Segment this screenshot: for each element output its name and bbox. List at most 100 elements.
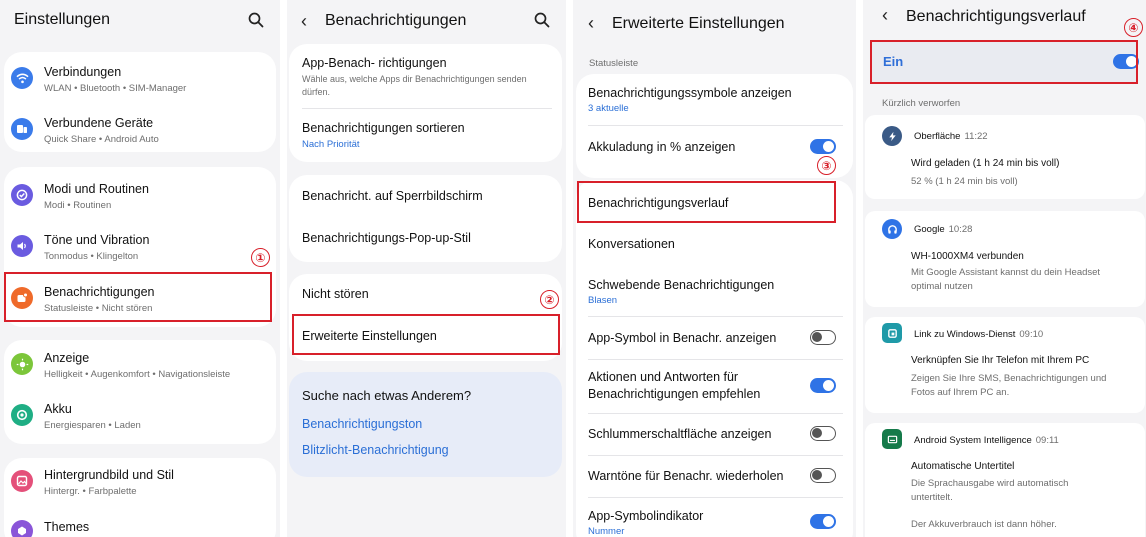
suggest-actions-toggle[interactable] [810, 378, 836, 393]
app-badge-item[interactable]: App-Symbolindikator Nummer [576, 501, 853, 537]
settings-item-battery[interactable]: Akku Energiesparen • Laden [4, 397, 276, 441]
repeat-alerts-toggle[interactable] [810, 468, 836, 483]
item-subtitle: 3 aktuelle [588, 103, 629, 114]
search-icon[interactable] [533, 11, 551, 29]
item-subtitle: WLAN • Bluetooth • SIM-Manager [44, 83, 187, 94]
battery-percent-toggle[interactable] [810, 139, 836, 154]
settings-item-connected-devices[interactable]: Verbundene Geräte Quick Share • Android … [4, 111, 276, 155]
flash-icon [882, 126, 902, 146]
settings-item-wallpaper[interactable]: Hintergrundbild und Stil Hintergr. • Far… [4, 463, 276, 507]
page-title: Erweiterte Einstellungen [612, 15, 785, 32]
notification-app: Google 10:28 [914, 224, 972, 235]
item-subtitle: Nach Priorität [302, 139, 360, 150]
notification-app: Link zu Windows-Dienst 09:10 [914, 329, 1043, 340]
highlight-box [577, 181, 836, 223]
page-title: Benachrichtigungen [325, 12, 467, 29]
item-subtitle: Blasen [588, 295, 618, 306]
notifications-screen: ‹ Benachrichtigungen App-Benach- richtig… [287, 0, 566, 537]
check-circle-icon [11, 184, 33, 206]
notification-time: 11:22 [964, 131, 988, 142]
item-title: Akku [44, 402, 72, 416]
notification-text: Fotos auf Ihrem PC an. [911, 387, 1010, 398]
item-title: App-Symbolindikator [588, 509, 704, 523]
speaker-icon [11, 235, 33, 257]
settings-screen: Einstellungen Verbindungen WLAN • Blueto… [0, 0, 280, 537]
repeat-alerts-item[interactable]: Warntöne für Benachr. wiederholen [576, 459, 853, 495]
item-title: Warntöne für Benachr. wiederholen [588, 469, 784, 483]
back-arrow-icon[interactable]: ‹ [882, 6, 888, 24]
item-title: Benachricht. auf Sperrbildschirm [302, 189, 483, 203]
snooze-toggle[interactable] [810, 426, 836, 441]
section-label: Statusleiste [589, 58, 639, 69]
battery-percent-item[interactable]: Akkuladung in % anzeigen [576, 130, 853, 166]
app-icon-toggle[interactable] [810, 330, 836, 345]
notification-title: Wird geladen (1 h 24 min bis voll) [911, 158, 1060, 169]
divider [302, 108, 552, 109]
floating-notifications-item[interactable]: Schwebende Benachrichtigungen Blasen [576, 269, 853, 311]
item-title: Benachrichtigungs-Pop-up-Stil [302, 231, 471, 245]
notification-title: Automatische Untertitel [911, 461, 1015, 472]
notification-text: 52 % (1 h 24 min bis voll) [911, 176, 1018, 187]
section-label: Kürzlich verworfen [882, 98, 961, 109]
conversations-item[interactable]: Konversationen [576, 227, 853, 263]
notification-text: Mit Google Assistant kannst du dein Head… [911, 267, 1101, 278]
step-marker-2: ② [540, 290, 559, 309]
settings-item-connections[interactable]: Verbindungen WLAN • Bluetooth • SIM-Mana… [4, 60, 276, 104]
app-badge-toggle[interactable] [810, 514, 836, 529]
divider [588, 125, 843, 126]
item-title: Konversationen [588, 237, 675, 251]
snooze-button-item[interactable]: Schlummerschaltfläche anzeigen [576, 417, 853, 453]
headphones-icon [882, 219, 902, 239]
item-title: Akkuladung in % anzeigen [588, 140, 736, 154]
wifi-icon [11, 67, 33, 89]
item-title: Verbundene Geräte [44, 116, 154, 130]
settings-item-sounds[interactable]: Töne und Vibration Tonmodus • Klingelton [4, 228, 276, 272]
item-title: App-Symbol in Benachr. anzeigen [588, 331, 777, 345]
highlight-box [870, 40, 1138, 84]
suggestions-heading: Suche nach etwas Anderem? [302, 388, 472, 403]
item-subtitle: dürfen. [302, 87, 331, 97]
divider [588, 316, 843, 317]
search-icon[interactable] [247, 11, 265, 29]
divider [588, 359, 843, 360]
item-subtitle: Tonmodus • Klingelton [44, 251, 139, 262]
lockscreen-notifications-item[interactable]: Benachricht. auf Sperrbildschirm [289, 180, 562, 216]
item-title: App-Benach- richtigungen [302, 56, 447, 70]
item-subtitle: Helligkeit • Augenkomfort • Navigationsl… [44, 369, 231, 380]
notification-time: 10:28 [948, 224, 973, 235]
app-name: Oberfläche [914, 131, 961, 142]
notification-text: optimal nutzen [911, 281, 973, 292]
back-arrow-icon[interactable]: ‹ [588, 14, 594, 32]
item-title: Töne und Vibration [44, 233, 150, 247]
item-title: Modi und Routinen [44, 182, 149, 196]
item-title: Benachrichtigungssymbole anzeigen [588, 86, 792, 100]
item-title: Schlummerschaltfläche anzeigen [588, 427, 772, 441]
app-name: Link zu Windows-Dienst [914, 329, 1016, 340]
page-title: Benachrichtigungsverlauf [906, 8, 1086, 25]
notification-app: Android System Intelligence 09:11 [914, 435, 1059, 446]
notification-text: Der Akkuverbrauch ist dann höher. [911, 519, 1057, 530]
settings-item-display[interactable]: Anzeige Helligkeit • Augenkomfort • Navi… [4, 346, 276, 390]
app-name: Google [914, 224, 945, 235]
page-title: Einstellungen [14, 11, 111, 28]
settings-item-modes[interactable]: Modi und Routinen Modi • Routinen [4, 177, 276, 221]
notification-icons-item[interactable]: Benachrichtigungssymbole anzeigen 3 aktu… [576, 78, 853, 120]
app-icon-item[interactable]: App-Symbol in Benachr. anzeigen [576, 320, 853, 356]
step-marker-4: ④ [1124, 18, 1143, 37]
link-flash-notification[interactable]: Blitzlicht-Benachrichtigung [302, 443, 449, 457]
popup-style-item[interactable]: Benachrichtigungs-Pop-up-Stil [289, 222, 562, 258]
sort-notifications-item[interactable]: Benachrichtigungen sortieren Nach Priori… [289, 112, 562, 157]
app-notifications-item[interactable]: App-Benach- richtigungen Wähle aus, welc… [289, 48, 562, 106]
notification-app: Oberfläche 11:22 [914, 131, 988, 142]
item-title: Verbindungen [44, 65, 122, 79]
step-marker-1: ① [251, 248, 270, 267]
do-not-disturb-item[interactable]: Nicht stören [289, 279, 562, 315]
item-title: Benachrichtigungen empfehlen [588, 387, 761, 401]
suggest-actions-item[interactable]: Aktionen und Antworten für Benachrichtig… [576, 363, 853, 409]
settings-item-themes[interactable]: Themes [4, 514, 276, 537]
highlight-box [292, 314, 560, 355]
notification-text: Die Sprachausgabe wird automatisch [911, 478, 1069, 489]
divider [588, 413, 843, 414]
link-notification-sound[interactable]: Benachrichtigungston [302, 417, 422, 431]
back-arrow-icon[interactable]: ‹ [301, 12, 307, 30]
